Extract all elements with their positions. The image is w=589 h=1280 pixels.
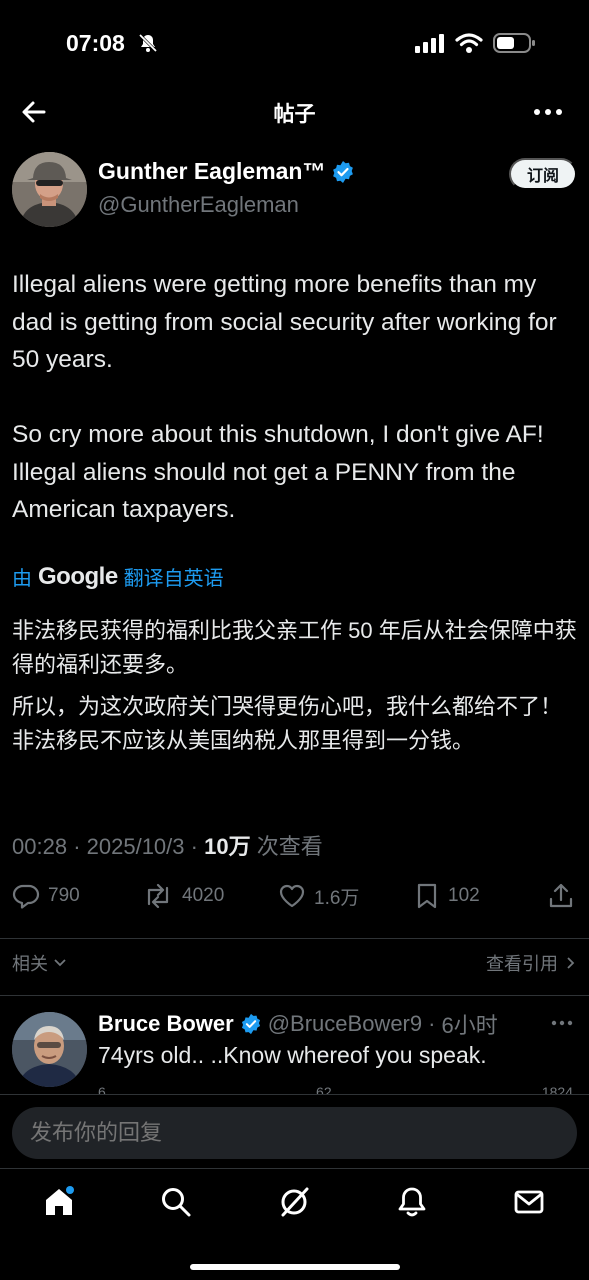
subscribe-button[interactable]: 订阅	[509, 158, 577, 190]
verified-badge-icon	[241, 1013, 260, 1035]
view-count[interactable]: 10万	[204, 834, 250, 859]
repost-button[interactable]: 4020	[142, 882, 224, 910]
translation-prefix: 由	[12, 568, 32, 590]
bookmark-count: 102	[448, 885, 480, 906]
verified-badge-icon	[333, 160, 354, 183]
reply-compose-bar	[0, 1094, 589, 1168]
author-name-row[interactable]: Gunther Eagleman™	[98, 158, 355, 185]
status-time: 07:08	[66, 30, 125, 56]
status-bar: 07:08	[0, 0, 589, 88]
author-avatar[interactable]	[12, 152, 87, 227]
chevron-down-icon	[54, 959, 66, 967]
translation-attribution[interactable]: 由 Google 翻译自英语	[12, 562, 224, 591]
bell-muted-icon	[138, 33, 158, 53]
tweet-author: Gunther Eagleman™ @GuntherEagleman 订阅	[12, 150, 577, 230]
reply-avatar-image	[12, 1012, 87, 1087]
author-name[interactable]: Gunther Eagleman™	[98, 158, 325, 185]
bottom-tab-bar	[0, 1168, 589, 1280]
view-quotes-label: 查看引用	[485, 954, 558, 974]
view-quotes-link[interactable]: 查看引用	[486, 950, 577, 976]
share-icon	[549, 883, 573, 908]
notifications-bell-icon[interactable]	[395, 1185, 429, 1219]
tweet-meta: 00:28 · 2025/10/3 · 10万 次查看	[12, 834, 323, 859]
translated-text: 非法移民获得的福利比我父亲工作 50 年后从社会保障中获得的福利还要多。 所以，…	[12, 614, 577, 766]
repost-count: 4020	[182, 885, 225, 906]
tweet-text: Illegal aliens were getting more benefit…	[12, 266, 577, 566]
grok-icon[interactable]	[277, 1185, 311, 1219]
heart-icon	[279, 884, 305, 908]
home-indicator	[190, 1264, 400, 1270]
author-avatar-image	[12, 152, 87, 227]
reply-input[interactable]	[12, 1107, 577, 1159]
reply-time: 6小时	[441, 1013, 498, 1038]
author-handle[interactable]: @GuntherEagleman	[98, 192, 299, 218]
page-title: 帖子	[273, 103, 316, 126]
divider	[0, 938, 589, 939]
home-icon[interactable]	[42, 1185, 76, 1219]
reply-icon	[12, 884, 40, 909]
tweet-paragraph: Illegal aliens were getting more benefit…	[12, 271, 557, 373]
like-button[interactable]: 1.6万	[278, 882, 359, 910]
reply-actions: 6 62 1824	[98, 1084, 573, 1094]
like-count: 1.6万	[314, 887, 360, 909]
tweet-paragraph: So cry more about this shutdown, I don't…	[12, 421, 544, 523]
reply-avatar[interactable]	[12, 1012, 87, 1087]
tweet-time: 00:28	[12, 834, 68, 859]
reply-view-count[interactable]: 1824	[542, 1084, 573, 1094]
messages-envelope-icon[interactable]	[512, 1185, 546, 1219]
reply-author-handle[interactable]: @BruceBower9	[268, 1011, 422, 1037]
related-row: 相关 查看引用	[12, 948, 577, 978]
reply-button[interactable]: 790	[12, 882, 80, 910]
wifi-icon	[455, 33, 483, 53]
bookmark-button[interactable]: 102	[414, 882, 480, 910]
reply-reply-count[interactable]: 6	[98, 1084, 106, 1094]
tweet-date: 2025/10/3	[86, 834, 185, 859]
reply-text: 74yrs old.. ..Know whereof you speak.	[98, 1042, 487, 1068]
related-label: 相关	[12, 954, 48, 974]
reply-author-name[interactable]: Bruce Bower	[98, 1011, 234, 1037]
bookmark-icon	[417, 883, 437, 909]
search-icon[interactable]	[159, 1185, 193, 1219]
translation-suffix: 翻译自英语	[123, 568, 224, 590]
tweet-actions: 790 4020 1.6万 102	[12, 882, 577, 922]
repost-icon	[147, 883, 169, 909]
more-options-icon[interactable]	[551, 1012, 573, 1034]
reply-item[interactable]: Bruce Bower @BruceBower9 · 6小时 74yrs old…	[12, 1004, 577, 1094]
battery-icon	[493, 33, 535, 53]
status-icons	[415, 32, 537, 54]
chevron-right-icon	[567, 957, 575, 969]
translated-paragraph: 非法移民获得的福利比我父亲工作 50 年后从社会保障中获得的福利还要多。	[12, 618, 577, 677]
view-count-label: 次查看	[256, 834, 323, 859]
cellular-signal-icon	[415, 34, 444, 53]
more-options-icon[interactable]	[533, 98, 563, 126]
divider	[0, 995, 589, 996]
translated-paragraph: 所以，为这次政府关门哭得更伤心吧，我什么都给不了！非法移民不应该从美国纳税人那里…	[12, 694, 563, 753]
share-button[interactable]	[547, 882, 575, 910]
nav-bar: 帖子	[0, 88, 589, 138]
reply-count: 790	[48, 885, 80, 906]
related-dropdown[interactable]: 相关	[12, 950, 67, 976]
reply-header: Bruce Bower @BruceBower9 · 6小时	[98, 1008, 498, 1040]
google-logo: Google	[38, 562, 118, 590]
reply-like-count[interactable]: 62	[316, 1084, 332, 1094]
